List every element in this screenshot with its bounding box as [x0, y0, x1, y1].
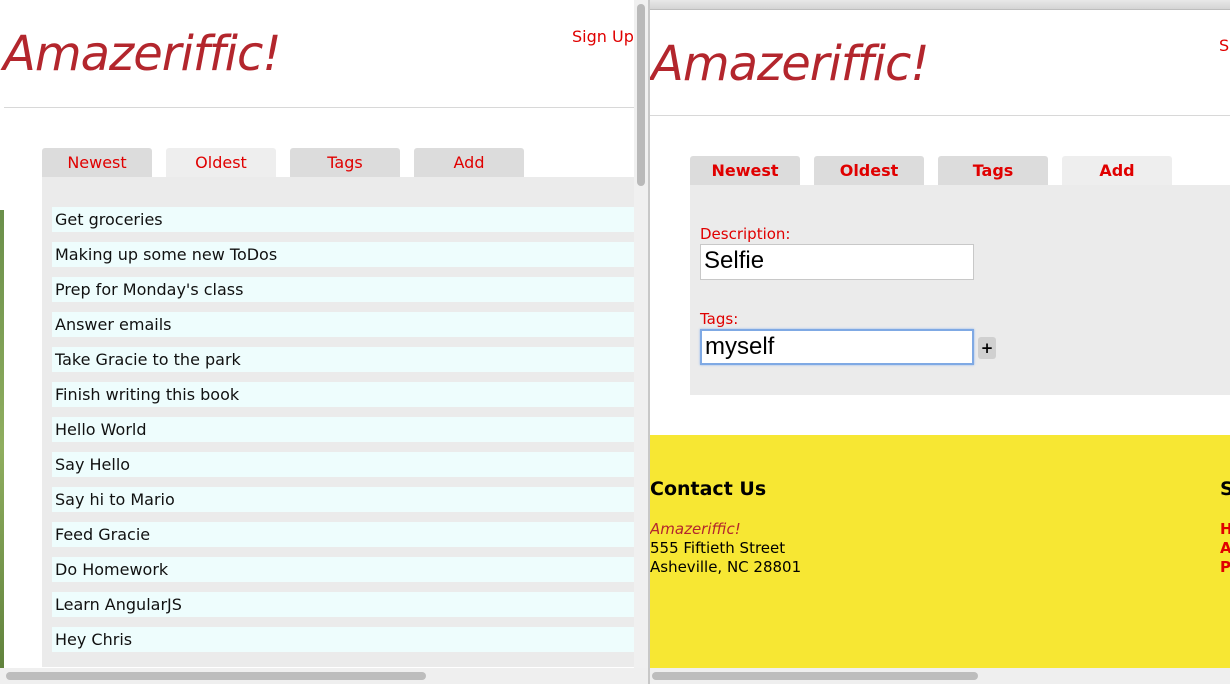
vertical-scroll-thumb[interactable]: [637, 4, 645, 186]
todo-item: Prep for Monday's class: [52, 277, 634, 302]
page-footer: Contact Us Amazeriffic! 555 Fiftieth Str…: [650, 435, 1230, 668]
todo-item: Answer emails: [52, 312, 634, 337]
todo-item: Making up some new ToDos: [52, 242, 634, 267]
horizontal-scroll-thumb[interactable]: [6, 672, 426, 680]
header-divider: [4, 107, 634, 108]
tags-input[interactable]: myself: [700, 329, 974, 365]
desktop-background-strip: [0, 210, 4, 684]
footer-company-name: Amazeriffic!: [650, 520, 741, 538]
todo-item: Say Hello: [52, 452, 634, 477]
signup-link[interactable]: S: [1219, 36, 1229, 55]
tab-add[interactable]: Add: [414, 148, 524, 177]
add-tag-button[interactable]: +: [978, 337, 996, 359]
tags-label: Tags:: [700, 310, 739, 328]
right-browser-window: Amazeriffic! S Newest Oldest Tags Add De…: [650, 0, 1230, 684]
description-input[interactable]: Selfie: [700, 244, 974, 280]
contact-heading: Contact Us: [650, 478, 767, 500]
footer-address-street: 555 Fiftieth Street: [650, 539, 786, 557]
todo-item: Hey Chris: [52, 627, 634, 652]
sitemap-link[interactable]: P: [1220, 558, 1230, 576]
tab-add[interactable]: Add: [1062, 156, 1172, 185]
todo-item: Hello World: [52, 417, 634, 442]
todo-item: Do Homework: [52, 557, 634, 582]
tab-tags[interactable]: Tags: [290, 148, 400, 177]
tab-oldest[interactable]: Oldest: [166, 148, 276, 177]
site-logo[interactable]: Amazeriffic!: [651, 36, 930, 92]
todo-item: Take Gracie to the park: [52, 347, 634, 372]
todo-list-panel: Get groceries Making up some new ToDos P…: [42, 177, 634, 667]
horizontal-scroll-thumb[interactable]: [652, 672, 978, 680]
horizontal-scrollbar[interactable]: [650, 668, 1230, 684]
signup-link[interactable]: Sign Up!: [572, 27, 640, 46]
tab-tags[interactable]: Tags: [938, 156, 1048, 185]
horizontal-scrollbar[interactable]: [0, 668, 648, 684]
todo-item: Finish writing this book: [52, 382, 634, 407]
add-todo-panel: Description: Selfie Tags: myself +: [690, 185, 1230, 395]
header-divider: [650, 115, 1230, 116]
todo-item: Feed Gracie: [52, 522, 634, 547]
sitemap-link[interactable]: A: [1220, 539, 1230, 557]
todo-item: Say hi to Mario: [52, 487, 634, 512]
sitemap-link[interactable]: H: [1220, 520, 1230, 538]
todo-item: Learn AngularJS: [52, 592, 634, 617]
tab-newest[interactable]: Newest: [42, 148, 152, 177]
todo-item: Get groceries: [52, 207, 634, 232]
footer-address-city: Asheville, NC 28801: [650, 558, 802, 576]
tab-oldest[interactable]: Oldest: [814, 156, 924, 185]
sitemap-heading: S: [1220, 478, 1230, 500]
browser-toolbar-edge: [650, 0, 1230, 10]
tab-bar: Newest Oldest Tags Add: [690, 156, 1186, 185]
vertical-scrollbar[interactable]: [634, 0, 648, 668]
tab-bar: Newest Oldest Tags Add: [42, 148, 538, 177]
left-browser-window: Amazeriffic! Sign Up! Newest Oldest Tags…: [0, 0, 650, 684]
site-logo[interactable]: Amazeriffic!: [3, 26, 282, 82]
tab-newest[interactable]: Newest: [690, 156, 800, 185]
description-label: Description:: [700, 225, 791, 243]
